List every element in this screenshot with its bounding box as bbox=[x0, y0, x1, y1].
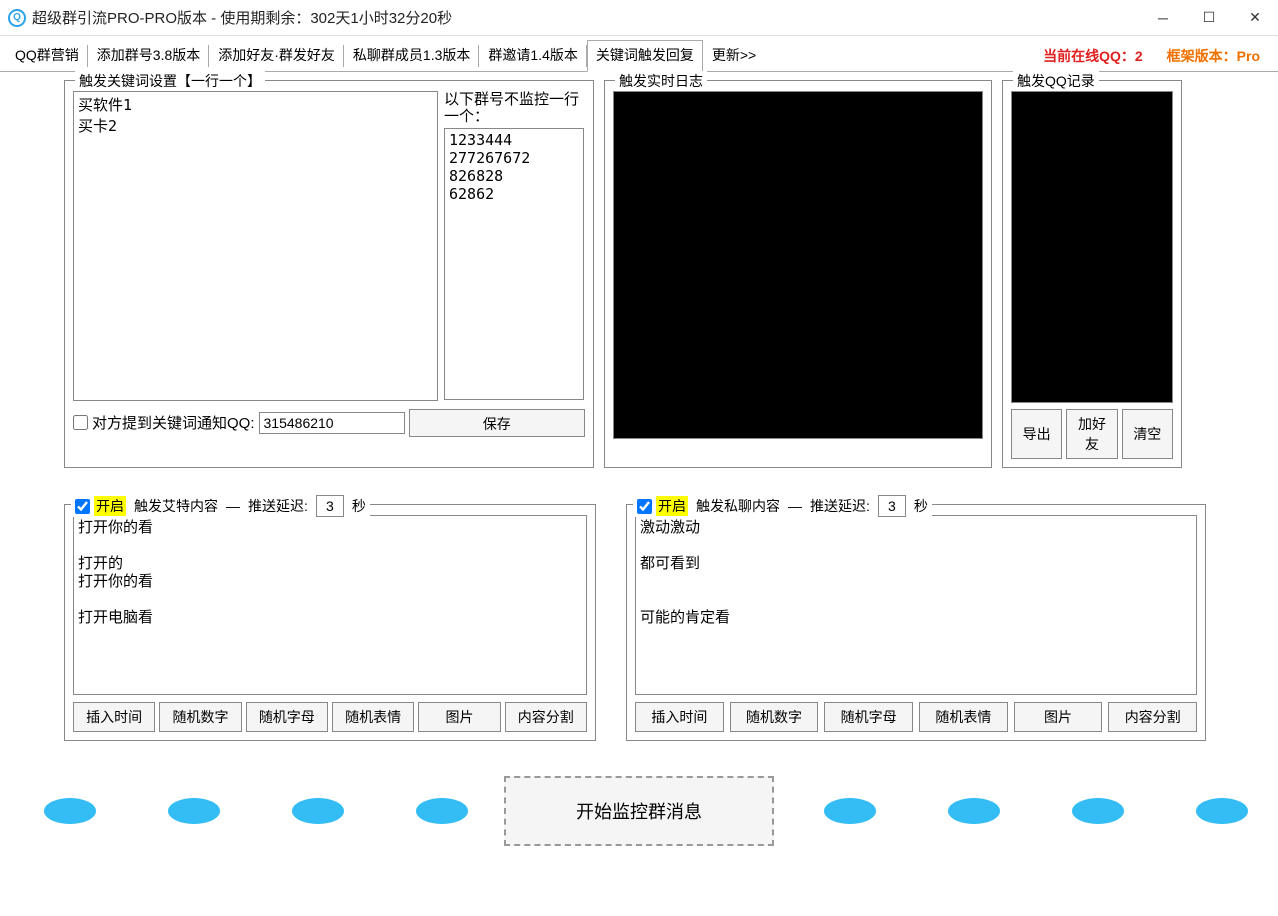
pm-insert-time-button[interactable]: 插入时间 bbox=[635, 702, 724, 732]
decor-ellipse bbox=[1196, 798, 1248, 824]
exclude-label: 以下群号不监控一行一个： bbox=[444, 91, 584, 126]
titlebar: Q 超级群引流PRO-PRO版本 - 使用期剩余：302天1小时32分20秒 ─… bbox=[0, 0, 1278, 36]
tab-add-group[interactable]: 添加群号3.8版本 bbox=[88, 40, 209, 72]
at-split-button[interactable]: 内容分割 bbox=[505, 702, 587, 732]
pm-delay-unit: 秒 bbox=[914, 496, 928, 516]
at-insert-time-button[interactable]: 插入时间 bbox=[73, 702, 155, 732]
at-random-emoji-button[interactable]: 随机表情 bbox=[332, 702, 414, 732]
at-content-fieldset: 开启 触发艾特内容 — 推送延迟: 秒 插入时间 随机数字 随机字母 随机表情 … bbox=[64, 504, 596, 741]
pm-enable-text: 开启 bbox=[656, 496, 688, 516]
maximize-button[interactable]: ☐ bbox=[1186, 0, 1232, 36]
export-button[interactable]: 导出 bbox=[1011, 409, 1062, 459]
pm-image-button[interactable]: 图片 bbox=[1014, 702, 1103, 732]
pm-enable-label[interactable]: 开启 bbox=[637, 496, 688, 516]
tab-group-invite[interactable]: 群邀请1.4版本 bbox=[479, 40, 586, 72]
notify-checkbox[interactable] bbox=[73, 415, 88, 430]
decor-ellipse bbox=[168, 798, 220, 824]
qq-record-list[interactable] bbox=[1011, 91, 1173, 403]
pm-split-button[interactable]: 内容分割 bbox=[1108, 702, 1197, 732]
exclude-textarea[interactable] bbox=[444, 128, 584, 400]
qq-record-legend: 触发QQ记录 bbox=[1013, 71, 1099, 91]
decor-ellipse bbox=[416, 798, 468, 824]
bottom-area: 开始监控群消息 bbox=[8, 741, 1270, 881]
notify-label-text: 对方提到关键词通知QQ: bbox=[92, 412, 255, 433]
qq-record-fieldset: 触发QQ记录 导出 加好友 清空 bbox=[1002, 80, 1182, 468]
pm-random-digit-button[interactable]: 随机数字 bbox=[730, 702, 819, 732]
notify-qq-input[interactable] bbox=[259, 412, 405, 434]
pm-delay-input[interactable] bbox=[878, 495, 906, 517]
framework-version-status: 框架版本：Pro bbox=[1155, 46, 1272, 66]
at-enable-label[interactable]: 开启 bbox=[75, 496, 126, 516]
at-random-letter-button[interactable]: 随机字母 bbox=[246, 702, 328, 732]
keywords-legend: 触发关键词设置【一行一个】 bbox=[75, 71, 265, 91]
keywords-fieldset: 触发关键词设置【一行一个】 以下群号不监控一行一个： 对方提到关键词通知QQ: … bbox=[64, 80, 594, 468]
at-image-button[interactable]: 图片 bbox=[418, 702, 500, 732]
pm-random-emoji-button[interactable]: 随机表情 bbox=[919, 702, 1008, 732]
at-content-textarea[interactable] bbox=[73, 515, 587, 695]
pm-legend: 开启 触发私聊内容 — 推送延迟: 秒 bbox=[633, 495, 932, 517]
start-monitor-button[interactable]: 开始监控群消息 bbox=[504, 776, 774, 846]
tab-update[interactable]: 更新>> bbox=[703, 40, 765, 72]
tab-keyword-reply[interactable]: 关键词触发回复 bbox=[587, 40, 703, 72]
save-button[interactable]: 保存 bbox=[409, 409, 585, 437]
pm-random-letter-button[interactable]: 随机字母 bbox=[824, 702, 913, 732]
tab-pm-member[interactable]: 私聊群成员1.3版本 bbox=[344, 40, 479, 72]
at-random-digit-button[interactable]: 随机数字 bbox=[159, 702, 241, 732]
add-friend-button[interactable]: 加好友 bbox=[1066, 409, 1117, 459]
tab-qq-marketing[interactable]: QQ群营销 bbox=[6, 40, 88, 72]
at-enable-text: 开启 bbox=[94, 496, 126, 516]
pm-delay-label: 推送延迟: bbox=[810, 496, 870, 516]
at-legend-mid: 触发艾特内容 bbox=[134, 496, 218, 516]
notify-checkbox-label[interactable]: 对方提到关键词通知QQ: bbox=[73, 412, 255, 433]
pm-enable-checkbox[interactable] bbox=[637, 499, 652, 514]
close-button[interactable]: ✕ bbox=[1232, 0, 1278, 36]
keywords-textarea[interactable] bbox=[73, 91, 438, 401]
at-delay-input[interactable] bbox=[316, 495, 344, 517]
online-qq-status: 当前在线QQ：2 bbox=[1031, 46, 1155, 66]
decor-ellipse bbox=[44, 798, 96, 824]
log-viewer[interactable] bbox=[613, 91, 983, 439]
tab-add-friend[interactable]: 添加好友·群发好友 bbox=[209, 40, 344, 72]
at-delay-label: 推送延迟: bbox=[248, 496, 308, 516]
pm-content-textarea[interactable] bbox=[635, 515, 1197, 695]
decor-ellipse bbox=[1072, 798, 1124, 824]
log-fieldset: 触发实时日志 bbox=[604, 80, 992, 468]
clear-button[interactable]: 清空 bbox=[1122, 409, 1173, 459]
app-icon: Q bbox=[8, 9, 26, 27]
window-title: 超级群引流PRO-PRO版本 - 使用期剩余：302天1小时32分20秒 bbox=[32, 7, 452, 28]
tab-bar: QQ群营销 添加群号3.8版本 添加好友·群发好友 私聊群成员1.3版本 群邀请… bbox=[0, 36, 1278, 72]
at-legend: 开启 触发艾特内容 — 推送延迟: 秒 bbox=[71, 495, 370, 517]
at-delay-unit: 秒 bbox=[352, 496, 366, 516]
minimize-button[interactable]: ─ bbox=[1140, 0, 1186, 36]
decor-ellipse bbox=[824, 798, 876, 824]
decor-ellipse bbox=[292, 798, 344, 824]
pm-legend-mid: 触发私聊内容 bbox=[696, 496, 780, 516]
at-enable-checkbox[interactable] bbox=[75, 499, 90, 514]
pm-content-fieldset: 开启 触发私聊内容 — 推送延迟: 秒 插入时间 随机数字 随机字母 随机表情 … bbox=[626, 504, 1206, 741]
decor-ellipse bbox=[948, 798, 1000, 824]
log-legend: 触发实时日志 bbox=[615, 71, 707, 91]
